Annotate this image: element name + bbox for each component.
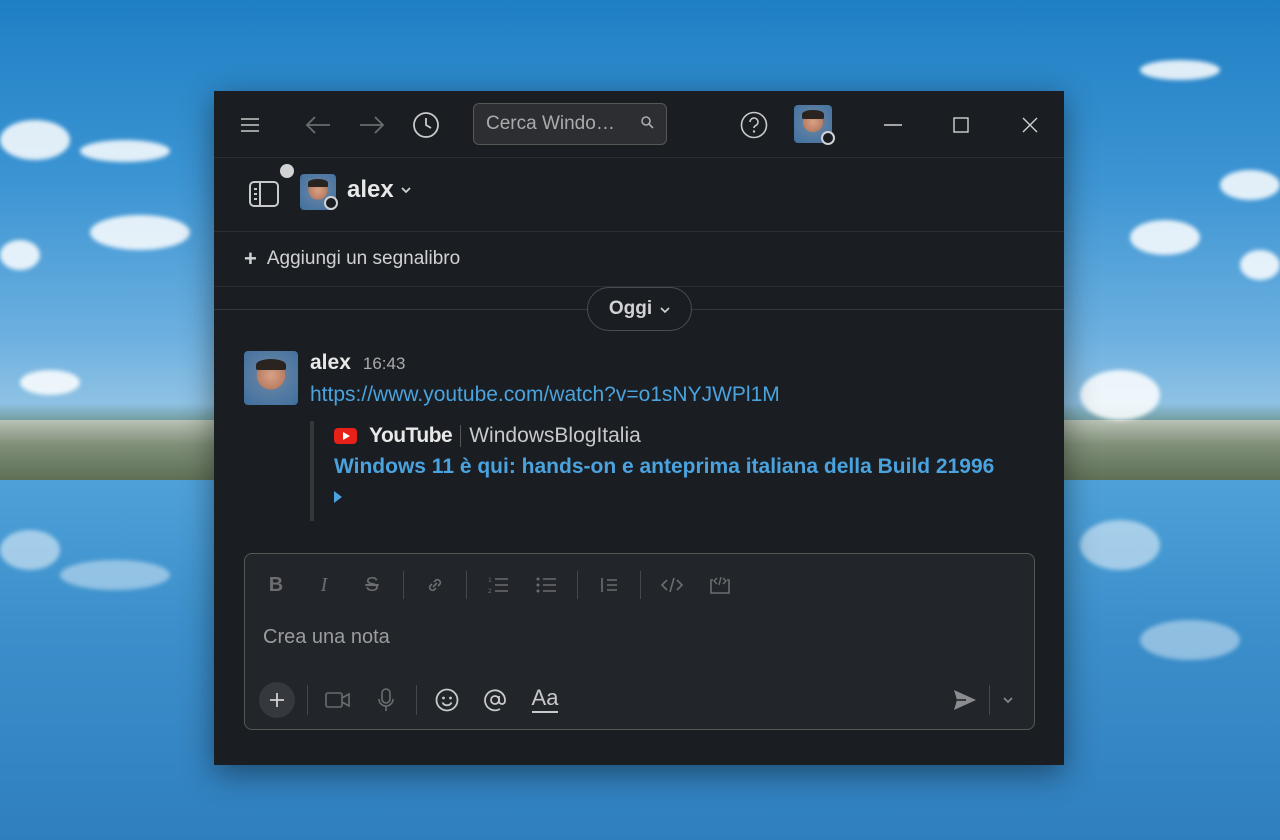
workspace-name: alex xyxy=(347,176,394,203)
desktop-cloud xyxy=(1140,620,1240,660)
desktop-cloud xyxy=(90,215,190,250)
attachment-title-link[interactable]: Windows 11 è qui: hands-on e anteprima i… xyxy=(334,455,1030,479)
svg-text:2: 2 xyxy=(488,588,492,595)
minimize-icon[interactable] xyxy=(877,109,909,141)
maximize-icon[interactable] xyxy=(945,109,977,141)
day-divider-button[interactable]: Oggi xyxy=(587,287,692,331)
desktop-cloud xyxy=(0,240,40,270)
toolbar-separator xyxy=(403,571,404,599)
chevron-down-icon xyxy=(660,298,670,320)
desktop-cloud xyxy=(1080,370,1160,420)
chevron-down-icon xyxy=(400,181,412,199)
attachment-separator xyxy=(460,425,462,447)
link-preview-attachment: YouTube WindowsBlogItalia Windows 11 è q… xyxy=(310,421,1030,521)
help-icon[interactable] xyxy=(738,109,770,141)
message-author-avatar[interactable] xyxy=(244,351,298,405)
desktop-cloud xyxy=(1220,170,1280,200)
chevron-down-icon[interactable] xyxy=(996,682,1020,718)
bulleted-list-icon[interactable] xyxy=(529,568,563,602)
toolbar-separator xyxy=(307,685,308,715)
day-label: Oggi xyxy=(608,298,653,319)
attachment-service-name: YouTube xyxy=(369,424,453,447)
desktop-cloud xyxy=(60,560,170,590)
microphone-icon[interactable] xyxy=(368,682,404,718)
search-icon xyxy=(640,113,654,135)
strikethrough-icon[interactable]: S xyxy=(355,568,389,602)
message-author[interactable]: alex xyxy=(310,351,351,375)
ordered-list-icon[interactable]: 12 xyxy=(481,568,515,602)
menu-icon[interactable] xyxy=(234,109,266,141)
italic-icon[interactable]: I xyxy=(307,568,341,602)
composer-actions: Aa xyxy=(259,682,577,718)
toolbar-separator xyxy=(466,571,467,599)
close-icon[interactable] xyxy=(1014,109,1046,141)
toolbar-separator xyxy=(640,571,641,599)
message-meta: alex 16:43 xyxy=(310,351,1030,377)
text-format-label: Aa xyxy=(531,687,559,713)
presence-status-icon xyxy=(324,196,338,210)
day-divider: Oggi xyxy=(214,287,1064,333)
add-attachment-button[interactable] xyxy=(259,682,295,718)
title-bar: Cerca Windo… xyxy=(214,91,1064,158)
note-input[interactable] xyxy=(263,626,1003,649)
message-link[interactable]: https://www.youtube.com/watch?v=o1sNYJWP… xyxy=(310,383,1030,407)
formatting-toolbar: B I S 12 xyxy=(259,568,751,602)
back-arrow-icon[interactable] xyxy=(302,109,334,141)
desktop-cloud xyxy=(20,370,80,395)
desktop-cloud xyxy=(1080,520,1160,570)
forward-arrow-icon[interactable] xyxy=(356,109,388,141)
bold-icon[interactable]: B xyxy=(259,568,293,602)
desktop-cloud xyxy=(1140,60,1220,80)
desktop-cloud xyxy=(0,120,70,160)
toolbar-separator xyxy=(989,685,990,715)
text-format-icon[interactable]: Aa xyxy=(525,682,565,718)
send-controls xyxy=(947,682,1020,718)
emoji-icon[interactable] xyxy=(429,682,465,718)
desktop-cloud xyxy=(0,530,60,570)
message-body: alex 16:43 https://www.youtube.com/watch… xyxy=(310,351,1030,521)
history-icon[interactable] xyxy=(410,109,442,141)
desktop-cloud xyxy=(80,140,170,162)
workspace-name-button[interactable]: alex xyxy=(347,176,412,204)
expand-caret-icon[interactable] xyxy=(334,491,342,503)
attachment-channel[interactable]: WindowsBlogItalia xyxy=(469,424,641,448)
attachment-source: YouTube WindowsBlogItalia xyxy=(334,421,1030,451)
add-bookmark-label: Aggiungi un segnalibro xyxy=(266,248,461,269)
desktop-cloud xyxy=(1130,220,1200,255)
toolbar-separator xyxy=(577,571,578,599)
svg-text:1: 1 xyxy=(488,577,492,584)
youtube-icon xyxy=(334,428,357,444)
plus-icon: + xyxy=(244,246,257,271)
search-placeholder: Cerca Windo… xyxy=(486,113,615,134)
message-composer: B I S 12 Crea una nota Aa xyxy=(244,553,1035,730)
mention-icon[interactable] xyxy=(477,682,513,718)
code-icon[interactable] xyxy=(655,568,689,602)
notification-dot xyxy=(280,164,294,178)
channel-header: alex xyxy=(214,158,1064,232)
add-bookmark-button[interactable]: + Aggiungi un segnalibro xyxy=(214,232,1064,287)
desktop-cloud xyxy=(1240,250,1280,280)
message-timestamp[interactable]: 16:43 xyxy=(363,354,406,374)
blockquote-icon[interactable] xyxy=(592,568,626,602)
send-icon[interactable] xyxy=(947,682,983,718)
presence-status-icon xyxy=(821,131,835,145)
search-input[interactable]: Cerca Windo… xyxy=(473,103,667,145)
sidebar-toggle-icon[interactable] xyxy=(248,180,280,208)
video-icon[interactable] xyxy=(320,682,356,718)
app-window: Cerca Windo… alex + Aggiungi un segnalib… xyxy=(214,91,1064,765)
link-icon[interactable] xyxy=(418,568,452,602)
code-block-icon[interactable] xyxy=(703,568,737,602)
toolbar-separator xyxy=(416,685,417,715)
